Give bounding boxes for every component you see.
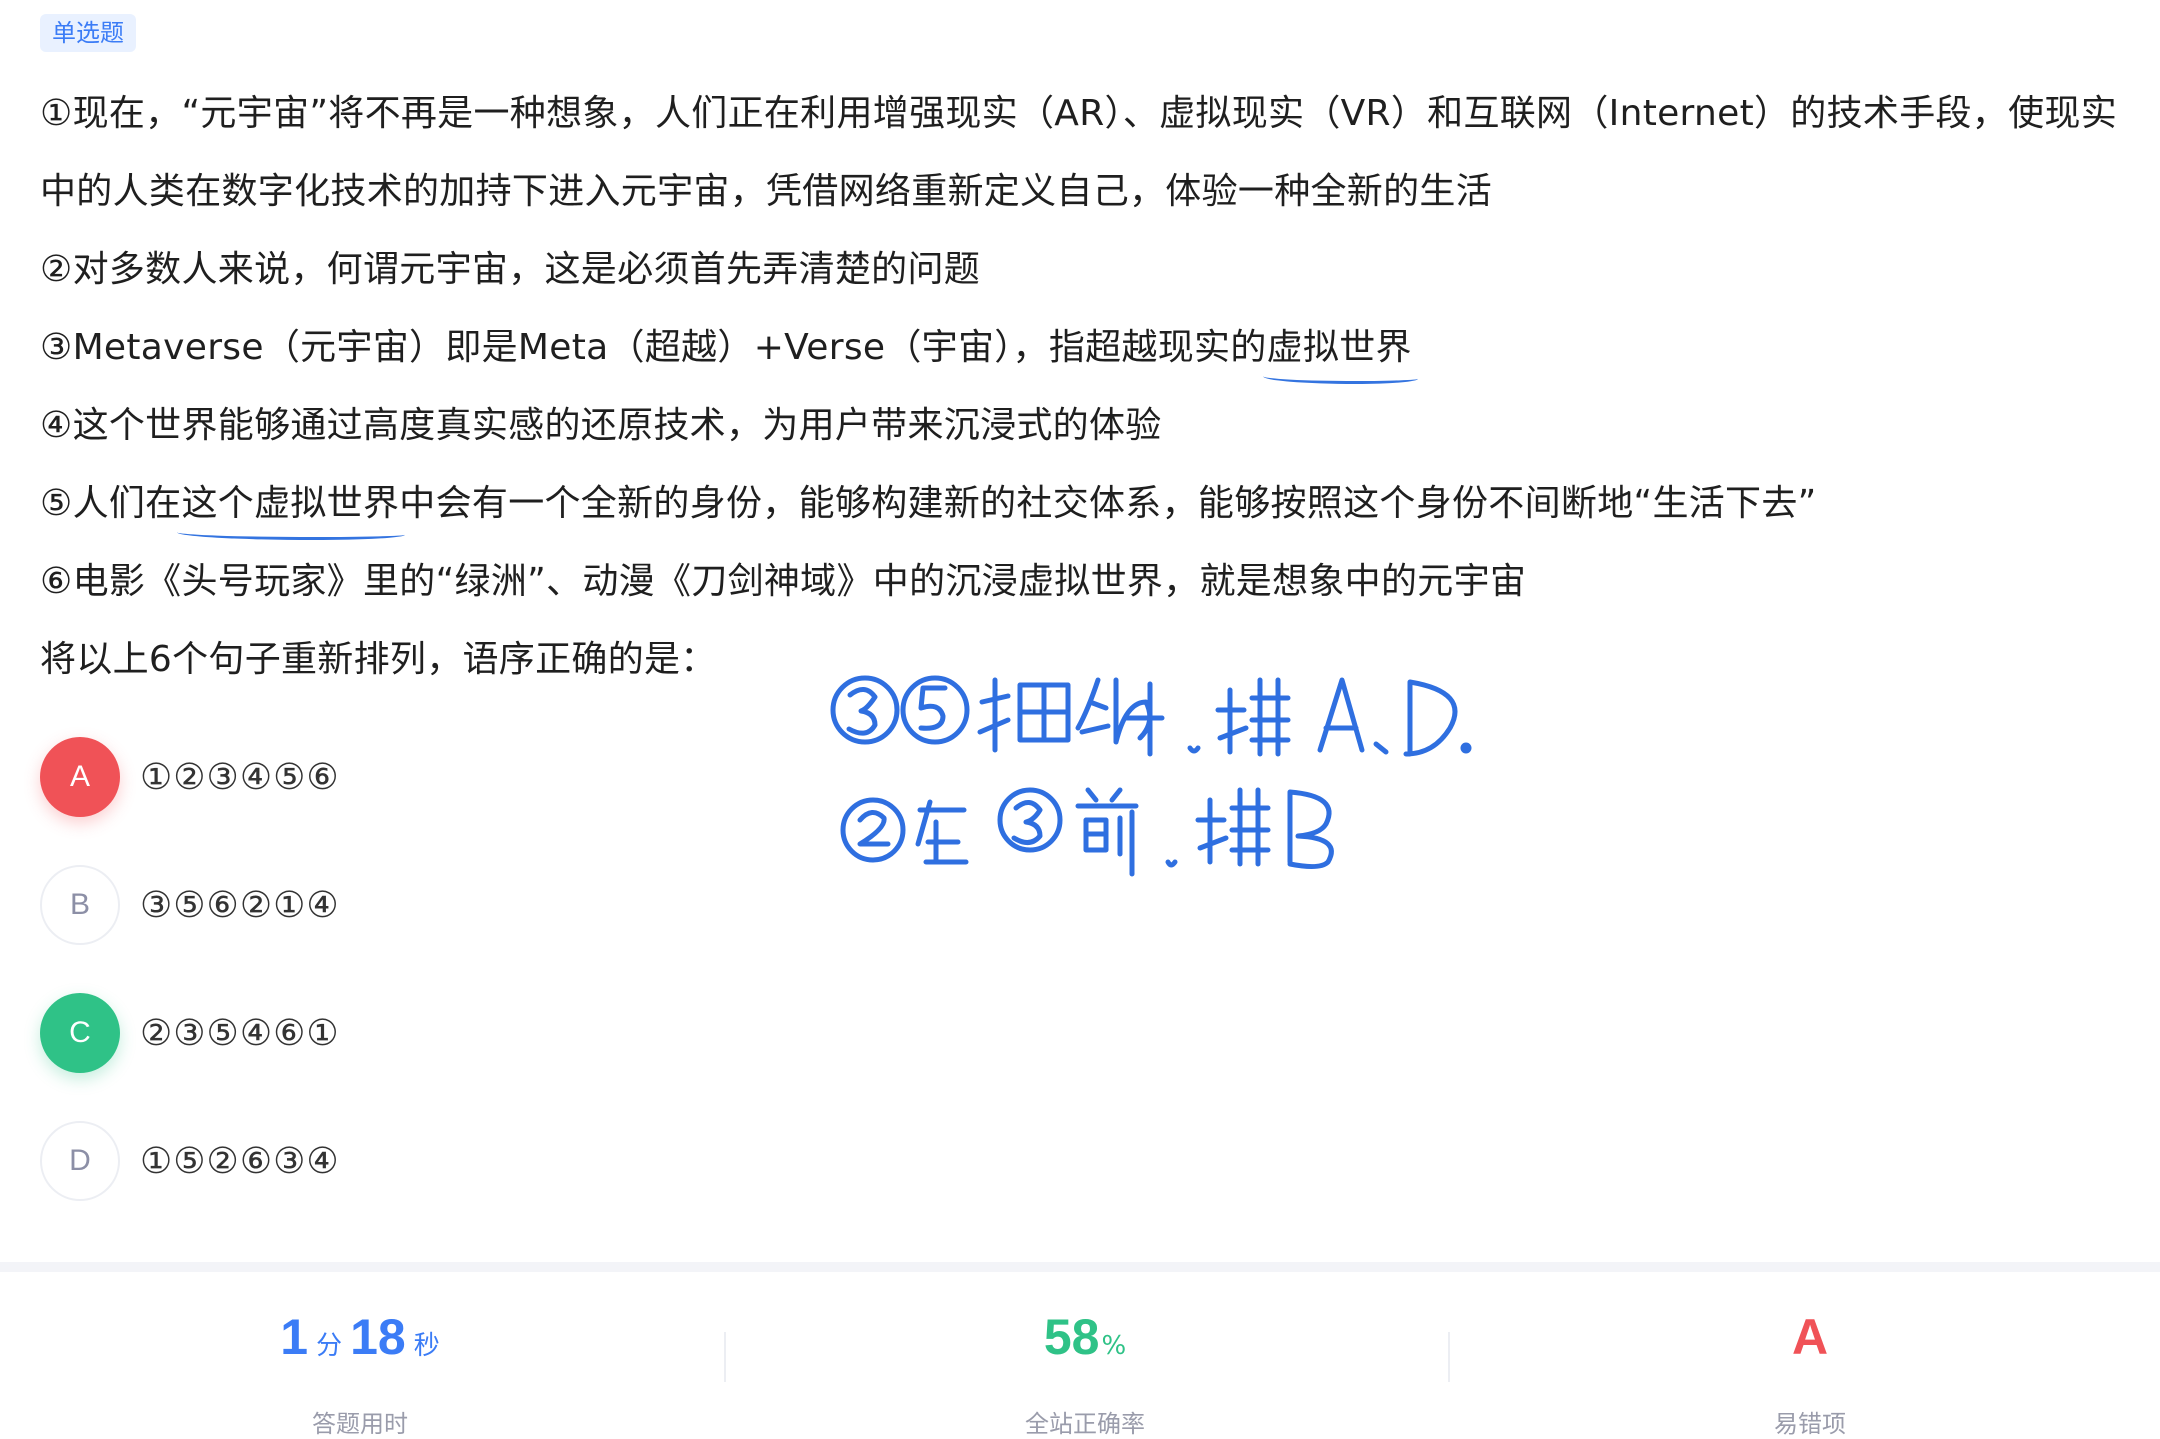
sentence-1-line-2: 中的人类在数字化技术的加持下进入元宇宙，凭借网络重新定义自己，体验一种全新的生活 [40,171,1493,212]
sentence-5-post: 中会有一个全新的身份，能够构建新的社交体系，能够按照这个身份不间断地“生活下去” [399,483,1817,524]
option-d[interactable]: D ①⑤②⑥③④ [40,1121,340,1201]
time-seconds: 18 [350,1309,406,1365]
question-prompt: 将以上6个句子重新排列，语序正确的是： [40,639,717,680]
option-c-text: ②③⑤④⑥① [140,1012,340,1054]
stats-footer: 1 分 18 秒 答题用时 58% 全站正确率 A 易错项 [0,1262,2160,1438]
option-d-text: ①⑤②⑥③④ [140,1140,340,1182]
common-wrong-label: 易错项 [1774,1410,1846,1438]
option-a[interactable]: A ①②③④⑤⑥ [40,737,340,817]
option-d-badge: D [40,1121,120,1201]
option-c[interactable]: C ②③⑤④⑥① [40,993,340,1073]
option-c-badge: C [40,993,120,1073]
sentence-2: ②对多数人来说，何谓元宇宙，这是必须首先弄清楚的问题 [40,249,981,290]
time-label: 答题用时 [312,1410,408,1438]
sentence-5: ⑤人们在这个虚拟世界中会有一个全新的身份，能够构建新的社交体系，能够按照这个身份… [40,474,1817,540]
stat-common-wrong: A 易错项 [1600,1308,2020,1438]
option-b-text: ③⑤⑥②①④ [140,884,340,926]
stat-divider-1 [724,1332,726,1382]
time-seconds-unit: 秒 [413,1331,440,1361]
stat-time: 1 分 18 秒 答题用时 [150,1308,570,1438]
sentence-1-line-1: ①现在，“元宇宙”将不再是一种想象，人们正在利用增强现实（AR）、虚拟现实（VR… [40,93,2118,134]
underline-virtual-world: 虚拟世界 [1262,318,1419,384]
stat-accuracy: 58% 全站正确率 [875,1308,1295,1438]
handwritten-annotation [830,675,1472,877]
underline-this-virtual-world: 这个虚拟世界 [177,474,406,540]
sentence-3: ③Metaverse（元宇宙）即是Meta（超越）+Verse（宇宙），指超越现… [40,318,1419,384]
option-a-text: ①②③④⑤⑥ [140,756,340,798]
time-minutes-unit: 分 [316,1331,343,1361]
time-minutes: 1 [280,1309,309,1365]
accuracy-label: 全站正确率 [1025,1410,1145,1438]
sentence-6: ⑥电影《头号玩家》里的“绿洲”、动漫《刀剑神域》中的沉浸虚拟世界，就是想象中的元… [40,561,1527,602]
option-b[interactable]: B ③⑤⑥②①④ [40,865,340,945]
accuracy-value: 58 [1043,1309,1100,1365]
sentence-5-pre: ⑤人们在 [40,483,182,524]
sentence-4: ④这个世界能够通过高度真实感的还原技术，为用户带来沉浸式的体验 [40,405,1162,446]
stat-divider-2 [1448,1332,1450,1382]
option-b-badge: B [40,865,120,945]
question-type-tag: 单选题 [40,14,136,52]
accuracy-unit: % [1101,1331,1127,1361]
sentence-3-text: ③Metaverse（元宇宙）即是Meta（超越）+Verse（宇宙），指超越现… [40,327,1267,368]
common-wrong-value: A [1791,1309,1829,1365]
option-a-badge: A [40,737,120,817]
